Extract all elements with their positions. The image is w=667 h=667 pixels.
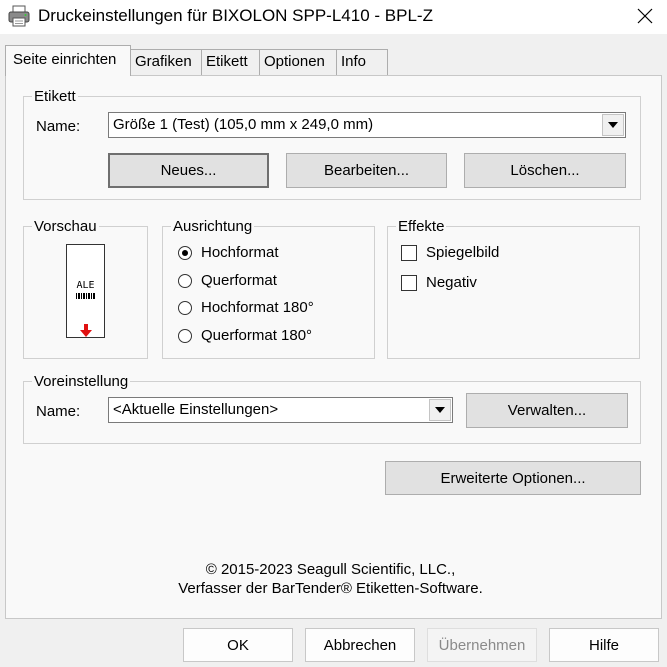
radio-querformat-180-label[interactable]: Querformat 180° bbox=[201, 327, 312, 344]
checkbox-spiegelbild[interactable] bbox=[401, 245, 417, 261]
etikett-name-label: Name: bbox=[36, 118, 81, 135]
advanced-options-button[interactable]: Erweiterte Optionen... bbox=[385, 461, 641, 495]
title-bar: Druckeinstellungen für BIXOLON SPP-L410 … bbox=[0, 0, 667, 34]
radio-hochformat[interactable] bbox=[178, 246, 192, 260]
effekte-legend: Effekte bbox=[396, 218, 447, 235]
checkbox-negativ[interactable] bbox=[401, 275, 417, 291]
printer-icon bbox=[7, 4, 31, 28]
window-title: Druckeinstellungen für BIXOLON SPP-L410 … bbox=[38, 6, 433, 25]
chevron-down-icon bbox=[435, 407, 445, 413]
preview-text: ALE bbox=[76, 280, 95, 291]
etikett-dropdown-button[interactable] bbox=[602, 114, 624, 136]
tab-grafiken[interactable]: Grafiken bbox=[130, 49, 202, 75]
apply-button[interactable]: Übernehmen bbox=[427, 628, 537, 662]
barcode-icon bbox=[76, 293, 96, 299]
edit-label-button[interactable]: Bearbeiten... bbox=[286, 153, 447, 188]
vorschau-legend: Vorschau bbox=[32, 218, 99, 235]
radio-hochformat-180-label[interactable]: Hochformat 180° bbox=[201, 299, 314, 316]
tab-seite-einrichten[interactable]: Seite einrichten bbox=[5, 45, 131, 76]
close-button[interactable] bbox=[622, 0, 667, 32]
help-button[interactable]: Hilfe bbox=[549, 628, 659, 662]
voreinstellung-dropdown-button[interactable] bbox=[429, 399, 451, 421]
voreinstellung-name-select[interactable]: <Aktuelle Einstellungen> bbox=[108, 397, 453, 423]
new-label-button[interactable]: Neues... bbox=[108, 153, 269, 188]
effekte-group bbox=[387, 226, 640, 359]
voreinstellung-name-value: <Aktuelle Einstellungen> bbox=[113, 401, 279, 418]
radio-querformat-180[interactable] bbox=[178, 329, 192, 343]
etikett-legend: Etikett bbox=[32, 88, 78, 105]
etikett-name-value: Größe 1 (Test) (105,0 mm x 249,0 mm) bbox=[113, 116, 374, 133]
delete-label-button[interactable]: Löschen... bbox=[464, 153, 626, 188]
label-preview: ALE bbox=[66, 244, 105, 338]
cancel-button[interactable]: Abbrechen bbox=[305, 628, 415, 662]
close-icon bbox=[637, 8, 652, 24]
checkbox-negativ-label[interactable]: Negativ bbox=[426, 274, 477, 291]
copyright-line-2: Verfasser der BarTender® Etiketten-Softw… bbox=[178, 580, 483, 597]
checkbox-spiegelbild-label[interactable]: Spiegelbild bbox=[426, 244, 499, 261]
voreinstellung-legend: Voreinstellung bbox=[32, 373, 131, 390]
tab-info[interactable]: Info bbox=[336, 49, 388, 75]
voreinstellung-name-label: Name: bbox=[36, 403, 81, 420]
copyright-line-1: © 2015-2023 Seagull Scientific, LLC., bbox=[205, 561, 456, 578]
chevron-down-icon bbox=[608, 122, 618, 128]
radio-hochformat-180[interactable] bbox=[178, 301, 192, 315]
arrow-down-icon bbox=[80, 324, 92, 337]
radio-hochformat-label[interactable]: Hochformat bbox=[201, 244, 279, 261]
radio-querformat[interactable] bbox=[178, 274, 192, 288]
radio-querformat-label[interactable]: Querformat bbox=[201, 272, 277, 289]
manage-presets-button[interactable]: Verwalten... bbox=[466, 393, 628, 428]
ausrichtung-legend: Ausrichtung bbox=[171, 218, 255, 235]
etikett-name-select[interactable]: Größe 1 (Test) (105,0 mm x 249,0 mm) bbox=[108, 112, 626, 138]
tab-etikett[interactable]: Etikett bbox=[201, 49, 260, 75]
tab-optionen[interactable]: Optionen bbox=[259, 49, 337, 75]
ok-button[interactable]: OK bbox=[183, 628, 293, 662]
